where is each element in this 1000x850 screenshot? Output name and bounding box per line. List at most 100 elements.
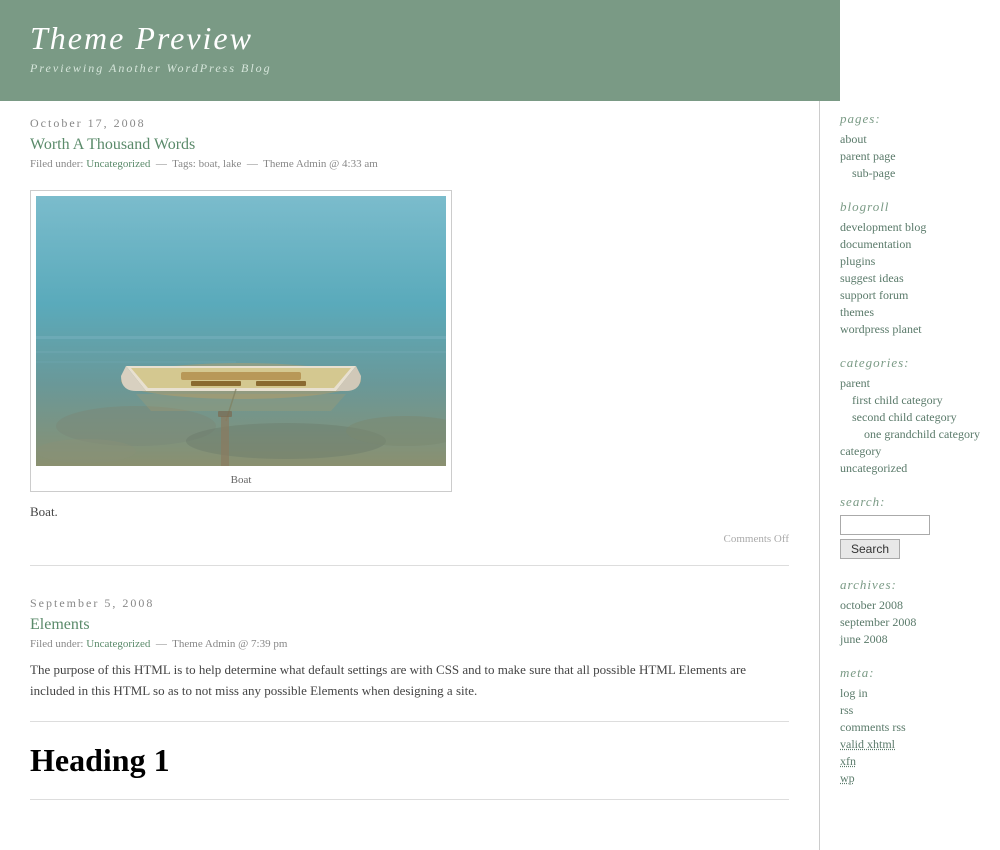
- post-1-body-text: Boat.: [30, 502, 789, 523]
- sidebar-cat-parent: parent: [840, 376, 985, 391]
- post-1: October 17, 2008 Worth A Thousand Words …: [30, 116, 789, 566]
- sidebar-page-subpage: sub-page: [840, 166, 985, 181]
- post-1-date: October 17, 2008: [30, 116, 789, 131]
- sidebar-categories-heading: categories:: [840, 355, 985, 371]
- search-button[interactable]: Search: [840, 539, 900, 559]
- post-1-image: [36, 196, 446, 466]
- sidebar-meta-comments-rss: comments rss: [840, 720, 985, 735]
- sidebar-cat-category: category: [840, 444, 985, 459]
- sidebar-cat-first-child: first child category: [840, 393, 985, 408]
- sidebar-pages-heading: pages:: [840, 111, 985, 127]
- sidebar-meta-xhtml: valid xhtml: [840, 737, 985, 752]
- sidebar-blogroll-heading: blogroll: [840, 199, 985, 215]
- sidebar-cat-grandchild-link[interactable]: one grandchild category: [864, 427, 980, 441]
- sidebar-meta-xfn-link[interactable]: xfn: [840, 754, 856, 768]
- sidebar-meta-login: log in: [840, 686, 985, 701]
- post-1-category-link[interactable]: Uncategorized: [86, 158, 150, 170]
- site-header: Theme Preview Previewing Another WordPre…: [0, 0, 840, 101]
- sidebar-cat-uncategorized: uncategorized: [840, 461, 985, 476]
- sidebar-cat-parent-link[interactable]: parent: [840, 376, 870, 390]
- sidebar-pages-section: pages: about parent page sub-page: [840, 111, 985, 181]
- sidebar-archives-list: october 2008 september 2008 june 2008: [840, 598, 985, 647]
- search-input[interactable]: [840, 515, 930, 535]
- sidebar-blogroll-section: blogroll development blog documentation …: [840, 199, 985, 337]
- sidebar-blogroll-plugins: plugins: [840, 254, 985, 269]
- sidebar-page-about: about: [840, 132, 985, 147]
- sidebar-meta-login-link[interactable]: log in: [840, 686, 868, 700]
- sidebar-categories-list: parent first child category second child…: [840, 376, 985, 476]
- sidebar-cat-first-child-link[interactable]: first child category: [852, 393, 943, 407]
- sidebar-meta-list: log in rss comments rss valid xhtml xfn …: [840, 686, 985, 786]
- sidebar-blogroll-docs: documentation: [840, 237, 985, 252]
- sidebar-blogroll-list: development blog documentation plugins s…: [840, 220, 985, 337]
- sidebar-search-section: search: Search: [840, 494, 985, 559]
- post-1-image-container: Boat: [30, 190, 452, 492]
- sidebar-blogroll-wpplanet-link[interactable]: wordpress planet: [840, 322, 922, 336]
- sidebar-archives-heading: archives:: [840, 577, 985, 593]
- post-1-author: Theme Admin @ 4:33 am: [263, 158, 378, 170]
- post-1-meta: Filed under: Uncategorized — Tags: boat,…: [30, 158, 789, 170]
- site-title: Theme Preview: [30, 20, 810, 57]
- post-2-heading1: Heading 1: [30, 742, 789, 779]
- sidebar-blogroll-devblog-link[interactable]: development blog: [840, 220, 926, 234]
- sidebar-blogroll-suggest: suggest ideas: [840, 271, 985, 286]
- page-wrapper: Theme Preview Previewing Another WordPre…: [0, 0, 1000, 850]
- post-2-title: Elements: [30, 616, 789, 634]
- sidebar-archive-jun2008-link[interactable]: june 2008: [840, 632, 888, 646]
- site-subtitle: Previewing Another WordPress Blog: [30, 61, 810, 76]
- post-1-body: Boat.: [30, 502, 789, 523]
- sidebar-page-about-link[interactable]: about: [840, 132, 867, 146]
- sidebar-blogroll-docs-link[interactable]: documentation: [840, 237, 911, 251]
- sidebar-blogroll-themes-link[interactable]: themes: [840, 305, 874, 319]
- sidebar-meta-comments-rss-link[interactable]: comments rss: [840, 720, 906, 734]
- sidebar-cat-grandchild: one grandchild category: [840, 427, 985, 442]
- sidebar-page-parent-link[interactable]: parent page: [840, 149, 896, 163]
- post-2-filed-label: Filed under:: [30, 638, 83, 650]
- post-1-title-link[interactable]: Worth A Thousand Words: [30, 136, 195, 153]
- sidebar-archive-sep2008: september 2008: [840, 615, 985, 630]
- post-1-title: Worth A Thousand Words: [30, 136, 789, 154]
- sidebar-archives-section: archives: october 2008 september 2008 ju…: [840, 577, 985, 647]
- sidebar-blogroll-support-link[interactable]: support forum: [840, 288, 908, 302]
- sidebar-meta-wp: wp: [840, 771, 985, 786]
- sidebar-categories-section: categories: parent first child category …: [840, 355, 985, 476]
- sidebar-blogroll-suggest-link[interactable]: suggest ideas: [840, 271, 904, 285]
- post-2-title-link[interactable]: Elements: [30, 616, 90, 633]
- post-1-image-caption: Boat: [31, 474, 451, 486]
- sidebar-cat-second-child: second child category: [840, 410, 985, 425]
- sidebar-archive-oct2008: october 2008: [840, 598, 985, 613]
- sidebar-meta-section: meta: log in rss comments rss valid xhtm…: [840, 665, 985, 786]
- sidebar-meta-rss-link[interactable]: rss: [840, 703, 853, 717]
- post-2-body: The purpose of this HTML is to help dete…: [30, 660, 789, 702]
- post-1-tags: Tags: boat, lake: [172, 158, 241, 170]
- content-wrapper: October 17, 2008 Worth A Thousand Words …: [0, 101, 1000, 850]
- sidebar-page-subpage-link[interactable]: sub-page: [852, 166, 895, 180]
- post-2-author: Theme Admin @ 7:39 pm: [172, 638, 287, 650]
- sidebar-archive-sep2008-link[interactable]: september 2008: [840, 615, 916, 629]
- post-2-meta: Filed under: Uncategorized — Theme Admin…: [30, 638, 789, 650]
- sidebar-cat-second-child-link[interactable]: second child category: [852, 410, 957, 424]
- sidebar-meta-xfn: xfn: [840, 754, 985, 769]
- sidebar-meta-rss: rss: [840, 703, 985, 718]
- main-content: October 17, 2008 Worth A Thousand Words …: [0, 101, 820, 850]
- sidebar-meta-heading: meta:: [840, 665, 985, 681]
- sidebar-cat-uncategorized-link[interactable]: uncategorized: [840, 461, 907, 475]
- post-2-category-link[interactable]: Uncategorized: [86, 638, 150, 650]
- sidebar-meta-wp-link[interactable]: wp: [840, 771, 855, 785]
- sidebar-meta-xhtml-link[interactable]: valid xhtml: [840, 737, 895, 751]
- sidebar-search-heading: search:: [840, 494, 985, 510]
- sidebar-blogroll-plugins-link[interactable]: plugins: [840, 254, 875, 268]
- post-2: September 5, 2008 Elements Filed under: …: [30, 596, 789, 801]
- sidebar-blogroll-devblog: development blog: [840, 220, 985, 235]
- post-1-filed-label: Filed under:: [30, 158, 83, 170]
- sidebar-blogroll-support: support forum: [840, 288, 985, 303]
- boat-svg: [36, 196, 446, 466]
- sidebar-cat-category-link[interactable]: category: [840, 444, 881, 458]
- sidebar-page-parent: parent page: [840, 149, 985, 164]
- sidebar-pages-list: about parent page sub-page: [840, 132, 985, 181]
- sidebar-blogroll-themes: themes: [840, 305, 985, 320]
- post-1-comments: Comments Off: [30, 533, 789, 545]
- sidebar-archive-oct2008-link[interactable]: october 2008: [840, 598, 903, 612]
- sidebar: pages: about parent page sub-page blogro…: [820, 101, 1000, 814]
- post-2-date: September 5, 2008: [30, 596, 789, 611]
